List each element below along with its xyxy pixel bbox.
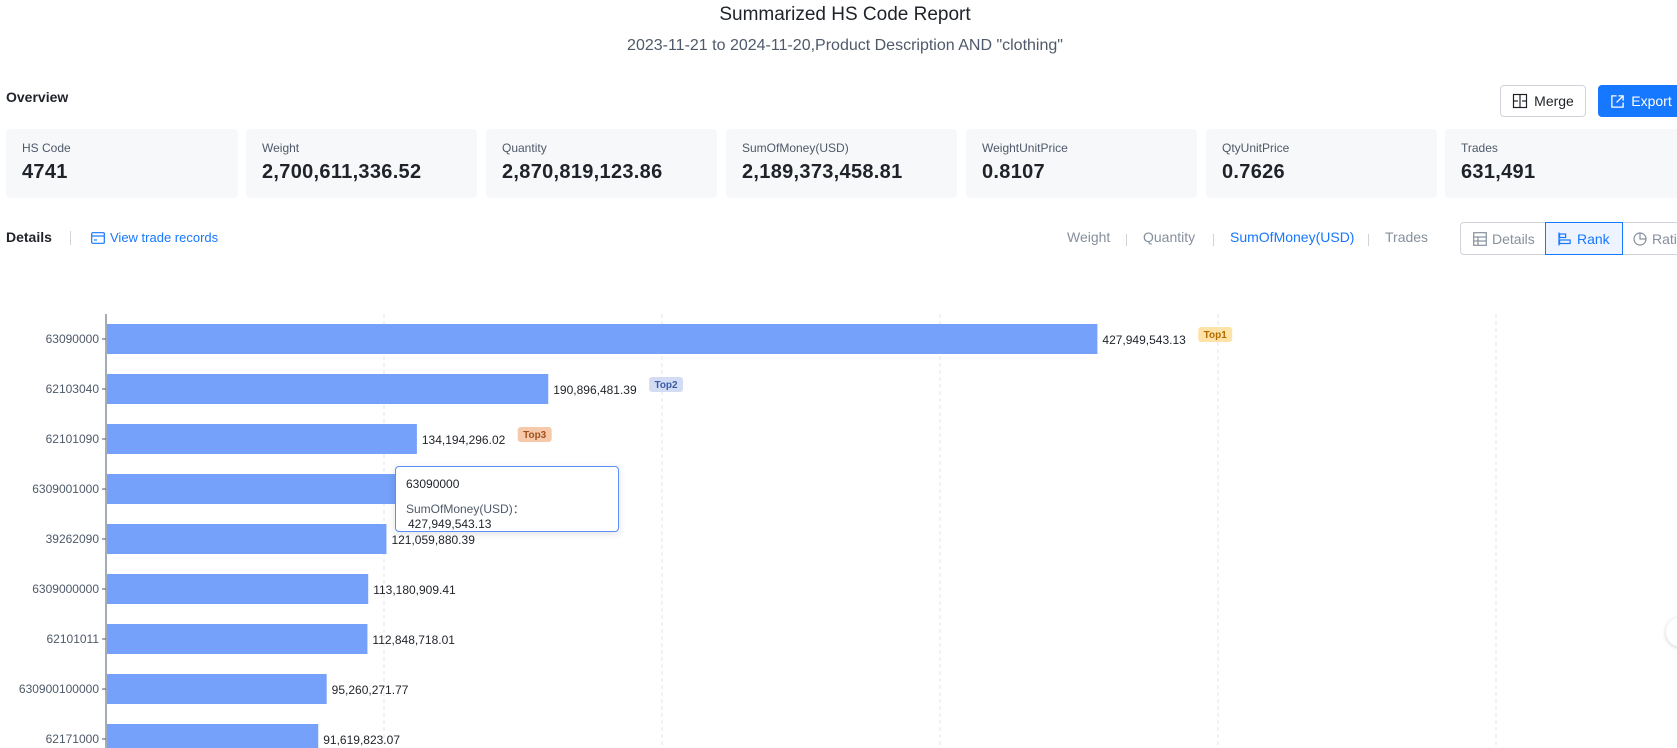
bar — [107, 574, 369, 604]
y-tick-label: 62101011 — [47, 632, 100, 646]
bar-value-label: 113,180,909.41 — [373, 583, 456, 597]
bar — [107, 324, 1098, 354]
bar — [107, 624, 368, 654]
bar — [107, 524, 387, 554]
bar-value-label: 91,619,823.07 — [323, 733, 400, 747]
y-tick-label: 6309000000 — [32, 582, 99, 596]
y-tick-label: 63090000 — [46, 332, 100, 346]
bar-value-label: 190,896,481.39 — [553, 383, 637, 397]
bar-value-label: 95,260,271.77 — [332, 683, 409, 697]
y-tick-label: 630900100000 — [19, 682, 99, 696]
y-tick-label: 39262090 — [46, 532, 100, 546]
bar — [107, 474, 403, 504]
bar — [107, 674, 327, 704]
y-tick-label: 6309001000 — [32, 482, 99, 496]
rank-badge-label: Top2 — [654, 380, 678, 391]
tooltip-row: SumOfMoney(USD)：427,949,543.13 — [406, 500, 608, 531]
bar-value-label: 427,949,543.13 — [1102, 333, 1186, 347]
y-tick-label: 62101090 — [46, 432, 100, 446]
tooltip-value: 427,949,543.13 — [408, 517, 492, 531]
y-tick-label: 62103040 — [46, 382, 100, 396]
rank-badge-label: Top1 — [1204, 330, 1228, 341]
bar-value-label: 134,194,296.02 — [422, 433, 506, 447]
bar — [107, 424, 417, 454]
chart-tooltip: 63090000 SumOfMoney(USD)：427,949,543.13 — [395, 466, 619, 532]
bar-value-label: 121,059,880.39 — [391, 533, 475, 547]
bar — [107, 724, 319, 748]
y-tick-label: 62171000 — [46, 732, 100, 746]
tooltip-label: SumOfMoney(USD)： — [406, 502, 525, 516]
bar-value-label: 112,848,718.01 — [372, 633, 455, 647]
rank-badge-label: Top3 — [523, 430, 547, 441]
bar — [107, 374, 549, 404]
rank-bar-chart: 63090000 427,949,543.13 Top1 62103040 190,89… — [19, 314, 1497, 748]
tooltip-title: 63090000 — [406, 477, 460, 491]
